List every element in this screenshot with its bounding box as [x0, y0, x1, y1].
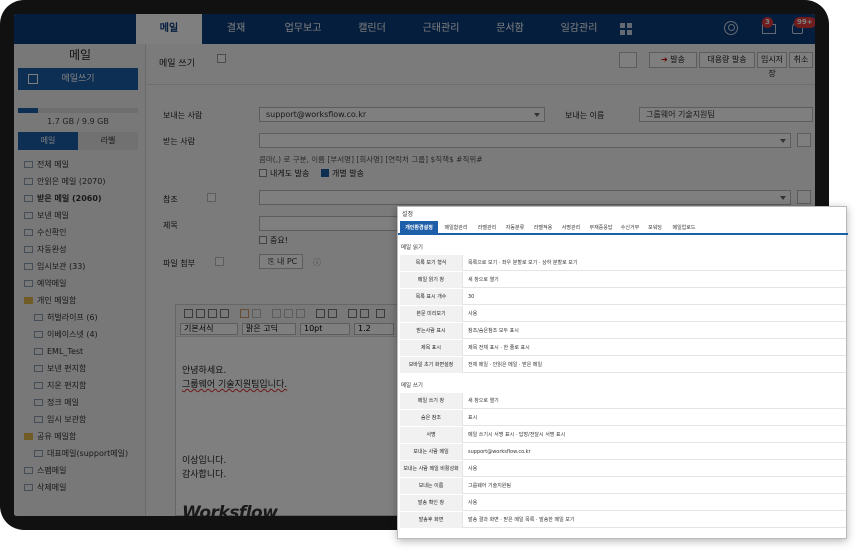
settings-tab[interactable]: 서명관리 — [558, 221, 584, 235]
settings-row-label: 발송후 화면 — [400, 512, 463, 528]
settings-row: 보내는 이름 그룹웨어 기술지원팀 — [400, 478, 846, 494]
settings-row-label: 서명 — [400, 427, 463, 443]
settings-row-value[interactable]: 새 창으로 열기 — [468, 272, 499, 288]
settings-row-value[interactable]: 사용 — [468, 495, 477, 511]
settings-tab[interactable]: 라벨적용 — [530, 221, 556, 235]
settings-row-value[interactable]: 참조/숨은참조 모두 표시 — [468, 323, 519, 339]
settings-row-value[interactable]: 사용 — [468, 306, 477, 322]
settings-row: 보내는 사람 메일 비활성화 사용 — [400, 461, 846, 477]
settings-tab[interactable]: 포워딩 — [644, 221, 666, 235]
settings-panel: 설정 개인환경설정 메일함관리 라벨관리 자동분류 라벨적용 서명관리 부재중응답 수신거부 포… — [397, 206, 848, 539]
settings-row-label: 보내는 사람 메일 — [400, 444, 463, 460]
settings-tab[interactable]: 개인환경설정 — [400, 221, 438, 235]
settings-row-value[interactable]: 표시 — [468, 410, 477, 426]
settings-tab[interactable]: 수신거부 — [618, 221, 642, 235]
settings-row: 메일 쓰기 창 새 창으로 열기 — [400, 393, 846, 409]
settings-row: 목록 보기 형식 목록으로 보기 · 좌우 분할로 보기 · 상하 분할로 보기 — [400, 255, 846, 271]
settings-row-label: 보내는 사람 메일 비활성화 — [400, 461, 463, 477]
settings-row-value[interactable]: support@worksflow.co.kr — [468, 444, 531, 460]
settings-row-label: 보내는 이름 — [400, 478, 463, 494]
settings-row: 보내는 사람 메일 support@worksflow.co.kr — [400, 444, 846, 460]
settings-row: 메일 읽기 창 새 창으로 열기 — [400, 272, 846, 288]
settings-row-label: 받는사람 표시 — [400, 323, 463, 339]
settings-row-label: 목록 표시 개수 — [400, 289, 463, 305]
settings-row-label: 메일 읽기 창 — [400, 272, 463, 288]
settings-row-label: 발송 확인 창 — [400, 495, 463, 511]
settings-row: 모바일 초기 화면설정 전체 메일 · 안읽은 메일 · 받은 메일 — [400, 357, 846, 373]
settings-row-value[interactable]: 제목 전체 표시 · 한 줄로 표시 — [468, 340, 530, 356]
settings-row-value[interactable]: 메일 쓰기시 서명 표시 · 답장/전달시 서명 표시 — [468, 427, 565, 443]
settings-tabs: 개인환경설정 메일함관리 라벨관리 자동분류 라벨적용 서명관리 부재중응답 수신거부 포워딩 메… — [398, 221, 848, 235]
settings-row-label: 메일 쓰기 창 — [400, 393, 463, 409]
settings-row-value[interactable]: 30 — [468, 289, 474, 305]
settings-row-value[interactable]: 그룹웨어 기술지원팀 — [468, 478, 511, 494]
settings-tab[interactable]: 자동분류 — [502, 221, 528, 235]
settings-row-label: 제목 표시 — [400, 340, 463, 356]
settings-row: 받는사람 표시 참조/숨은참조 모두 표시 — [400, 323, 846, 339]
settings-row-value[interactable]: 목록으로 보기 · 좌우 분할로 보기 · 상하 분할로 보기 — [468, 255, 578, 271]
settings-row-label: 목록 보기 형식 — [400, 255, 463, 271]
settings-row-value[interactable]: 사용 — [468, 461, 477, 477]
write-section-title: 메일 쓰기 — [401, 383, 423, 389]
settings-row: 숨은 참조 표시 — [400, 410, 846, 426]
settings-row: 본문 미리보기 사용 — [400, 306, 846, 322]
settings-tab[interactable]: 메일업로드 — [668, 221, 700, 235]
settings-tab[interactable]: 부재중응답 — [586, 221, 616, 235]
settings-row: 서명 메일 쓰기시 서명 표시 · 답장/전달시 서명 표시 — [400, 427, 846, 443]
settings-row: 발송 확인 창 사용 — [400, 495, 846, 511]
settings-tab[interactable]: 메일함관리 — [440, 221, 472, 235]
settings-row-label: 숨은 참조 — [400, 410, 463, 426]
settings-row: 제목 표시 제목 전체 표시 · 한 줄로 표시 — [400, 340, 846, 356]
settings-title: 설정 — [402, 211, 414, 218]
settings-row-label: 본문 미리보기 — [400, 306, 463, 322]
settings-row: 목록 표시 개수 30 — [400, 289, 846, 305]
settings-row-value[interactable]: 전체 메일 · 안읽은 메일 · 받은 메일 — [468, 357, 542, 373]
settings-tab[interactable]: 라벨관리 — [474, 221, 500, 235]
settings-row-label: 모바일 초기 화면설정 — [400, 357, 463, 373]
settings-row-value[interactable]: 새 창으로 열기 — [468, 393, 499, 409]
settings-row: 발송후 화면 발송 결과 화면 · 받은 메일 목록 · 발송한 메일 보기 — [400, 512, 846, 528]
settings-row-value[interactable]: 발송 결과 화면 · 받은 메일 목록 · 발송한 메일 보기 — [468, 512, 574, 528]
read-section-title: 메일 읽기 — [401, 245, 423, 251]
